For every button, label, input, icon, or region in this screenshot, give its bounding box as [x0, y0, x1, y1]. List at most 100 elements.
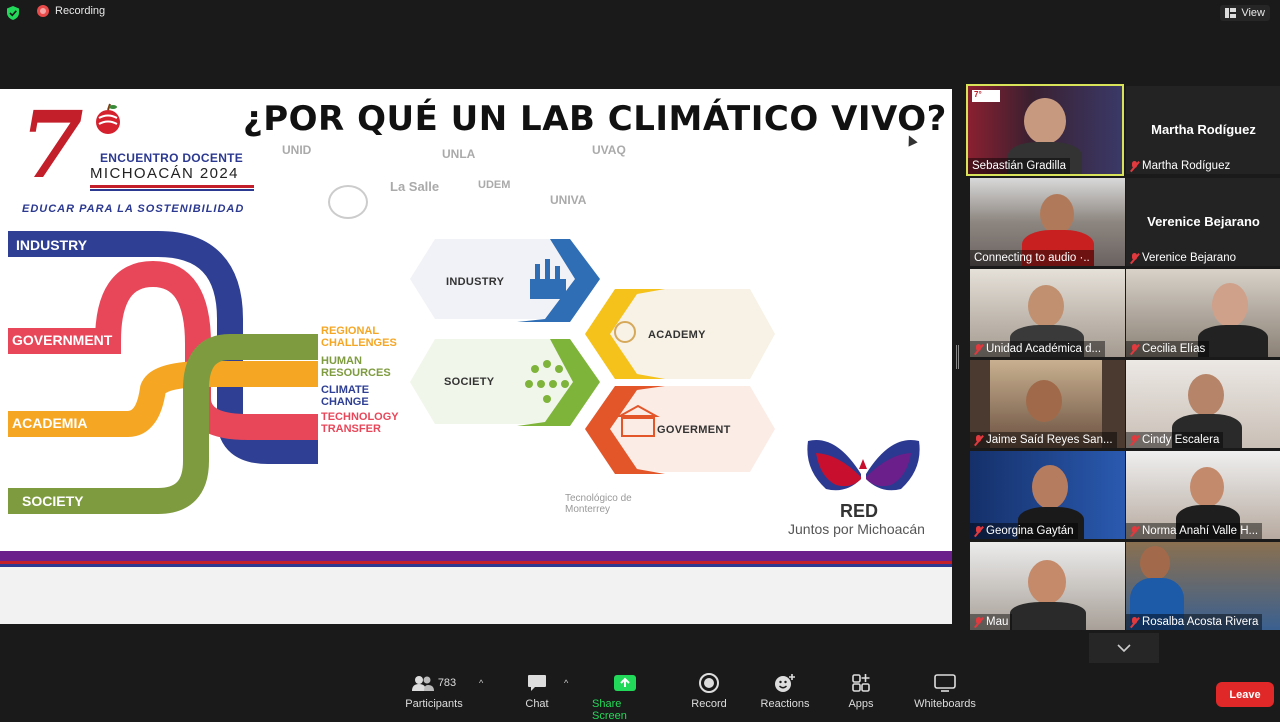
view-label: View	[1241, 7, 1265, 19]
stream-label-government: GOVERNMENT	[12, 332, 113, 348]
reactions-icon	[775, 674, 795, 692]
institution-logo-tec: Tecnológico de Monterrey	[565, 493, 632, 515]
red-juntos-logo: RED Juntos por Michoacán	[788, 439, 938, 539]
logo-divider-blue	[90, 189, 254, 191]
logo-divider	[90, 185, 254, 188]
participant-name: Rosalba Acosta Rivera	[1142, 616, 1259, 628]
stream-label-industry: INDUSTRY	[16, 237, 88, 253]
participant-name-bar: Cindy Escalera	[1126, 432, 1224, 448]
mic-muted-icon	[974, 434, 983, 446]
chat-label: Chat	[525, 698, 549, 710]
view-button[interactable]: View	[1220, 5, 1270, 21]
share-screen-button[interactable]: Share Screen	[592, 672, 658, 722]
record-icon	[699, 673, 719, 693]
participant-face	[1024, 98, 1066, 144]
slide-stripe-purple	[0, 551, 952, 561]
participants-label: Participants	[405, 698, 463, 710]
participant-face	[1028, 285, 1064, 327]
reactions-label: Reactions	[760, 698, 810, 710]
participant-face	[1032, 465, 1068, 509]
institution-seal-icon	[328, 185, 368, 219]
participant-tile[interactable]: Rosalba Acosta Rivera	[1126, 542, 1280, 630]
view-grid-icon	[1225, 8, 1237, 18]
participant-tile[interactable]: Martha Rodíguez Martha Rodíguez	[1126, 86, 1280, 174]
participant-face	[1028, 560, 1066, 604]
hexagon-shapes	[410, 239, 775, 474]
participants-icon-wrap: 783	[411, 672, 456, 694]
reactions-button[interactable]: Reactions	[760, 672, 810, 710]
security-shield-icon[interactable]	[7, 6, 19, 20]
chat-caret-icon[interactable]: ^	[564, 678, 568, 688]
recording-indicator[interactable]: Recording	[37, 5, 105, 17]
participant-tile[interactable]: Unidad Académica d...	[970, 269, 1125, 357]
hex-label-industry: INDUSTRY	[446, 276, 505, 288]
outcome-line: HUMAN	[321, 355, 362, 367]
leave-button[interactable]: Leave	[1216, 682, 1274, 707]
outcome-line: TRANSFER	[321, 423, 381, 435]
gallery-next-page-button[interactable]	[1089, 633, 1159, 663]
whiteboards-label: Whiteboards	[914, 698, 976, 710]
participant-name: Martha Rodíguez	[1142, 160, 1231, 172]
outcome-technology-transfer: TECHNOLOGY TRANSFER	[321, 411, 399, 435]
hex-label-government: GOVERMENT	[657, 424, 731, 436]
outcome-regional-challenges: REGIONAL CHALLENGES	[321, 325, 397, 349]
participant-face	[1040, 194, 1074, 234]
participant-name-bar: Rosalba Acosta Rivera	[1126, 614, 1263, 630]
slide-footer-area	[0, 567, 952, 624]
participants-caret-icon[interactable]: ^	[479, 678, 483, 688]
record-button[interactable]: Record	[690, 672, 728, 710]
participant-name-bar: Sebastián Gradilla	[968, 158, 1070, 174]
hex-label-society: SOCIETY	[444, 376, 495, 388]
participant-name-bar: Norma Anahí Valle H...	[1126, 523, 1263, 539]
participant-tile[interactable]: Cecilia Elías	[1126, 269, 1280, 357]
outcome-line: CLIMATE	[321, 384, 370, 396]
apps-icon	[852, 674, 870, 692]
participant-tile[interactable]: Verenice Bejarano Verenice Bejarano	[1126, 178, 1280, 266]
participant-face	[1212, 283, 1248, 327]
participant-name: Cecilia Elías	[1142, 343, 1206, 355]
outcome-line: CHALLENGES	[321, 337, 397, 349]
participant-name: Connecting to audio ·..	[974, 252, 1090, 264]
institution-logo-udem: UDEM	[478, 179, 511, 191]
mic-muted-icon	[974, 343, 983, 355]
chevron-down-icon	[1117, 644, 1131, 652]
outcome-line: REGIONAL	[321, 325, 380, 337]
red-logo-title: RED	[840, 501, 879, 521]
mic-muted-icon	[974, 616, 983, 628]
chat-button[interactable]: Chat	[522, 672, 552, 710]
participant-tile[interactable]: Cindy Escalera	[1126, 360, 1280, 448]
institution-logo-univa: UNIVA	[550, 193, 587, 207]
whiteboards-button[interactable]: Whiteboards	[910, 672, 980, 710]
share-screen-icon	[614, 675, 636, 691]
participant-tile[interactable]: Jaime Saíd Reyes San...	[970, 360, 1125, 448]
mic-muted-icon	[1130, 434, 1139, 446]
participant-tile[interactable]: Connecting to audio ·..	[970, 178, 1125, 266]
logo-line1: ENCUENTRO DOCENTE	[100, 151, 244, 165]
logo-line2: MICHOACÁN 2024	[90, 165, 239, 182]
participant-tile[interactable]: 7° Sebastián Gradilla	[966, 84, 1124, 176]
institution-logo-lasalle: La Salle	[390, 179, 440, 194]
participant-name: Cindy Escalera	[1142, 434, 1220, 446]
participant-tile[interactable]: Mau	[970, 542, 1125, 630]
slide-title: ¿POR QUÉ UN LAB CLIMÁTICO VIVO?	[243, 99, 947, 139]
mic-muted-icon	[1130, 616, 1139, 628]
participant-tile[interactable]: Norma Anahí Valle H...	[1126, 451, 1280, 539]
apps-button[interactable]: Apps	[846, 672, 876, 710]
participant-name-bar: Connecting to audio ·..	[970, 250, 1094, 266]
participants-button[interactable]: 783 Participants	[404, 672, 464, 710]
logo-number: 7	[10, 91, 94, 199]
participant-name: Sebastián Gradilla	[972, 160, 1066, 172]
hex-label-academy: ACADEMY	[648, 329, 706, 341]
presenter-logo-icon: 7°	[972, 90, 1000, 102]
outcome-line: CHANGE	[321, 396, 369, 408]
outcome-line: RESOURCES	[321, 367, 391, 379]
panel-resize-handle[interactable]	[956, 345, 960, 369]
record-label: Record	[691, 698, 727, 710]
participant-name: Mau	[986, 616, 1009, 628]
participant-tile[interactable]: Georgina Gaytán	[970, 451, 1125, 539]
share-screen-label: Share Screen	[592, 698, 627, 722]
meeting-top-bar: Recording View	[0, 0, 1280, 26]
mic-muted-icon	[974, 525, 983, 537]
institution-logo-unla: UNLA	[442, 147, 476, 161]
participant-name: Norma Anahí Valle H...	[1142, 525, 1259, 537]
